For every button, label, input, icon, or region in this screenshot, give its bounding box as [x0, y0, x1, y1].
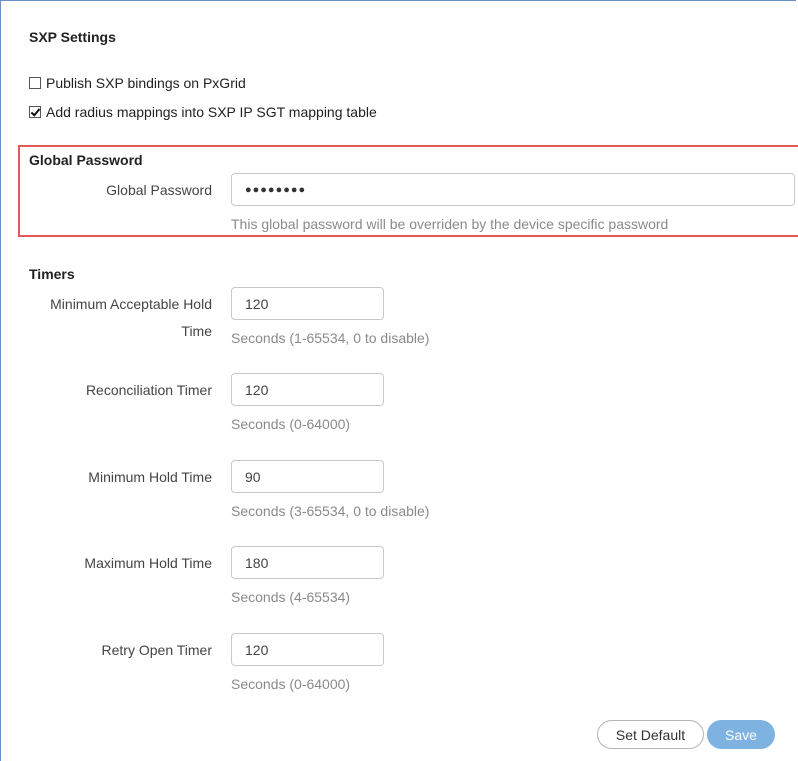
global-password-section-title: Global Password [29, 152, 143, 168]
global-password-value: ●●●●●●●● [245, 183, 307, 196]
min-acceptable-hold-value: 120 [245, 295, 269, 312]
min-acceptable-hold-label-line1: Minimum Acceptable Hold [50, 296, 212, 312]
global-password-hint: This global password will be overriden b… [231, 216, 669, 232]
global-password-label: Global Password [106, 182, 212, 198]
sxp-settings-title: SXP Settings [29, 29, 116, 45]
max-hold-time-value: 180 [245, 554, 269, 571]
retry-open-timer-input[interactable]: 120 [231, 633, 384, 666]
min-acceptable-hold-input[interactable]: 120 [231, 287, 384, 320]
add-radius-mappings-row[interactable]: Add radius mappings into SXP IP SGT mapp… [29, 103, 377, 121]
reconciliation-timer-hint: Seconds (0-64000) [231, 416, 351, 432]
max-hold-time-hint: Seconds (4-65534) [231, 589, 351, 605]
max-hold-time-label: Maximum Hold Time [84, 555, 212, 571]
set-default-button[interactable]: Set Default [597, 720, 704, 749]
publish-sxp-bindings-row[interactable]: Publish SXP bindings on PxGrid [29, 74, 246, 92]
retry-open-timer-hint: Seconds (0-64000) [231, 676, 351, 692]
add-radius-mappings-label: Add radius mappings into SXP IP SGT mapp… [46, 104, 377, 120]
reconciliation-timer-input[interactable]: 120 [231, 373, 384, 406]
save-button[interactable]: Save [707, 720, 775, 749]
min-hold-time-input[interactable]: 90 [231, 460, 384, 493]
global-password-input[interactable]: ●●●●●●●● [231, 173, 795, 206]
publish-sxp-bindings-checkbox[interactable] [29, 77, 41, 89]
min-acceptable-hold-label-line2: Time [181, 323, 212, 339]
retry-open-timer-label: Retry Open Timer [101, 642, 212, 658]
reconciliation-timer-label: Reconciliation Timer [85, 382, 212, 398]
min-hold-time-label: Minimum Hold Time [88, 469, 212, 485]
reconciliation-timer-value: 120 [245, 381, 269, 398]
retry-open-timer-value: 120 [245, 641, 269, 658]
timers-title: Timers [29, 266, 75, 282]
min-hold-time-hint: Seconds (3-65534, 0 to disable) [231, 503, 430, 519]
max-hold-time-input[interactable]: 180 [231, 546, 384, 579]
min-acceptable-hold-hint: Seconds (1-65534, 0 to disable) [231, 330, 430, 346]
publish-sxp-bindings-label: Publish SXP bindings on PxGrid [46, 75, 246, 91]
min-hold-time-value: 90 [245, 468, 261, 485]
add-radius-mappings-checkbox[interactable] [29, 106, 41, 118]
